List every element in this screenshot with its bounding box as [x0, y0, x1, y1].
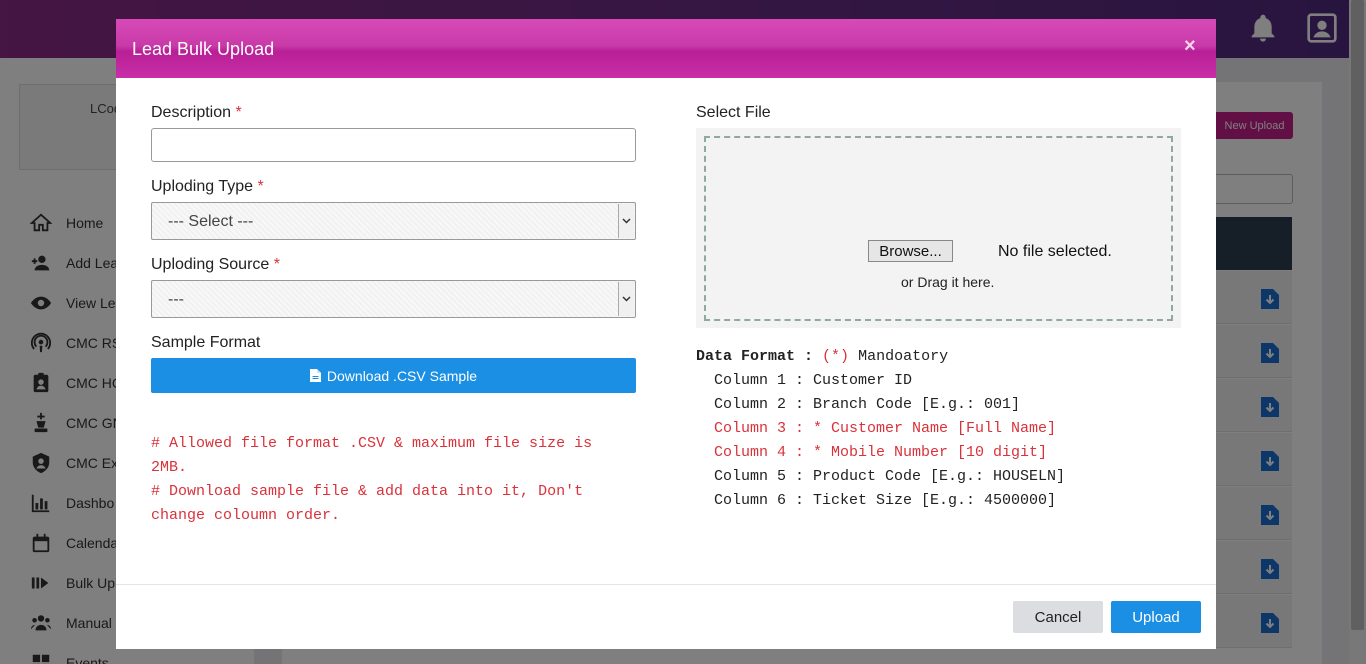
required-mark: * — [257, 178, 264, 195]
uploading-source-label-text: Uploding Source — [151, 256, 270, 273]
browse-button[interactable]: Browse... — [868, 240, 953, 262]
data-format-column-3: Column 3 : * Customer Name [Full Name] — [696, 420, 1057, 437]
note-line: # Download sample file & add data into i… — [151, 483, 584, 500]
mandatory-mark: (*) — [822, 348, 850, 365]
close-icon[interactable]: × — [1184, 35, 1196, 58]
uploading-type-value: --- Select --- — [168, 213, 254, 230]
data-format-heading: Data Format : (*) Mandoatory — [696, 348, 948, 365]
uploading-source-value: --- — [168, 291, 184, 308]
select-file-label: Select File — [696, 104, 771, 121]
uploading-type-select[interactable]: --- Select --- — [151, 202, 636, 240]
mandatory-text: Mandoatory — [858, 348, 949, 365]
modal-title: Lead Bulk Upload — [132, 39, 275, 59]
description-input[interactable] — [151, 128, 636, 162]
dropzone-border: Browse... No file selected. or Drag it h… — [704, 136, 1173, 321]
required-mark: * — [235, 104, 242, 121]
download-csv-sample-button[interactable]: Download .CSV Sample — [151, 358, 636, 393]
drag-hint-text: or Drag it here. — [901, 274, 995, 290]
data-format-column-1: Column 1 : Customer ID — [696, 372, 913, 389]
modal-header: Lead Bulk Upload × — [116, 19, 1216, 78]
no-file-text: No file selected. — [998, 243, 1112, 260]
description-label-text: Description — [151, 104, 232, 121]
data-format-column-2: Column 2 : Branch Code [E.g.: 001] — [696, 396, 1021, 413]
uploading-type-label: Uploding Type * — [151, 178, 264, 196]
modal-footer-divider — [116, 584, 1216, 585]
sample-format-label: Sample Format — [151, 334, 261, 351]
required-mark: * — [273, 256, 280, 273]
upload-button[interactable]: Upload — [1111, 601, 1201, 633]
note-line: 2MB. — [151, 459, 188, 476]
data-format-column-6: Column 6 : Ticket Size [E.g.: 4500000] — [696, 492, 1057, 509]
uploading-type-label-text: Uploding Type — [151, 178, 253, 195]
file-dropzone[interactable]: Browse... No file selected. or Drag it h… — [696, 128, 1181, 328]
download-csv-sample-label: Download .CSV Sample — [326, 367, 478, 384]
cancel-button[interactable]: Cancel — [1013, 601, 1103, 633]
uploading-source-label: Uploding Source * — [151, 256, 280, 274]
note-line: # Allowed file format .CSV & maximum fil… — [151, 435, 593, 452]
lead-bulk-upload-modal: Lead Bulk Upload × Description * Uplodin… — [116, 19, 1216, 649]
note-line: change coloumn order. — [151, 507, 341, 524]
chevron-down-icon — [618, 204, 634, 238]
description-label: Description * — [151, 104, 242, 122]
data-format-column-4: Column 4 : * Mobile Number [10 digit] — [696, 444, 1048, 461]
data-format-column-5: Column 5 : Product Code [E.g.: HOUSELN] — [696, 468, 1066, 485]
chevron-down-icon — [618, 282, 634, 316]
uploading-source-select[interactable]: --- — [151, 280, 636, 318]
file-csv-icon — [309, 369, 321, 382]
data-format-title: Data Format : — [696, 348, 814, 365]
